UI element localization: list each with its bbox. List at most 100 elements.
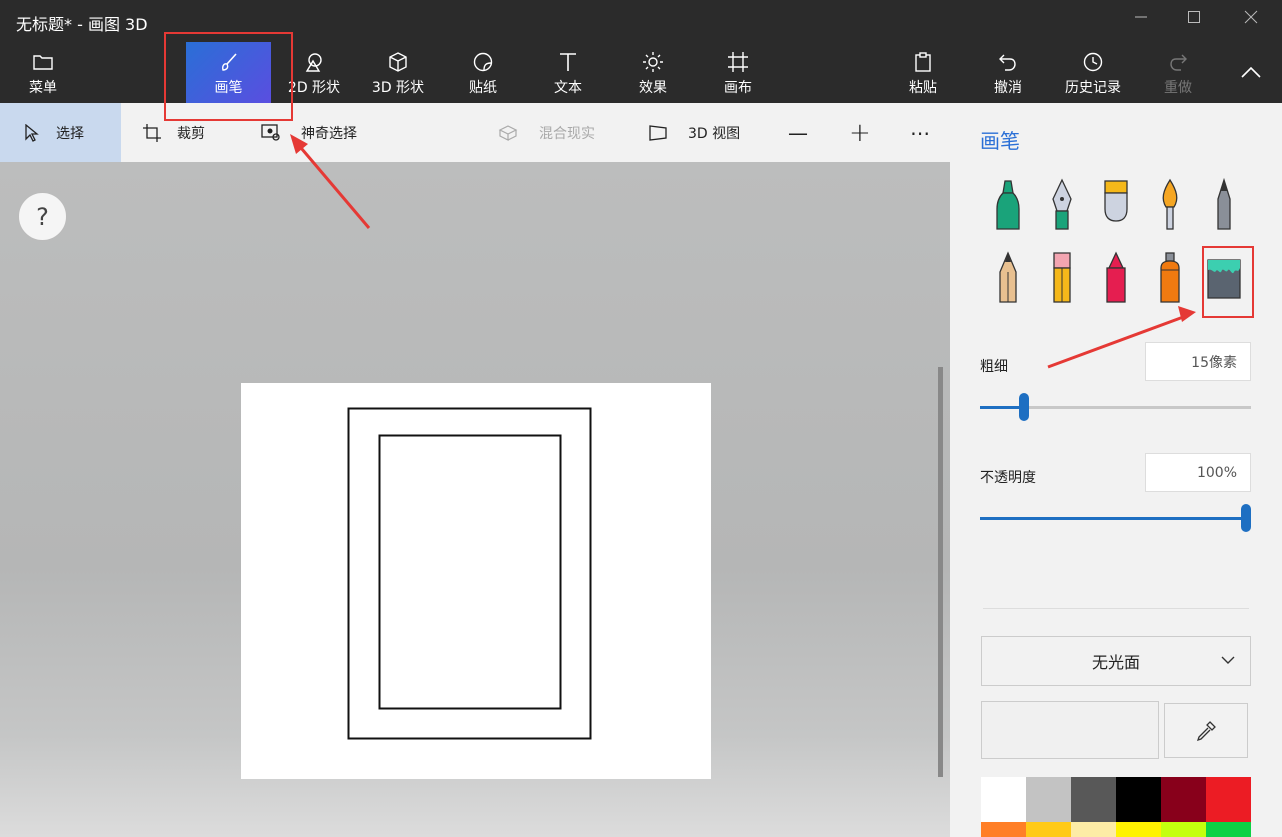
tab-stickers[interactable]: 贴纸 — [458, 42, 508, 103]
color-swatch[interactable] — [1071, 822, 1116, 837]
color-swatch[interactable] — [1161, 822, 1206, 837]
sticker-icon — [458, 50, 508, 74]
cube-icon — [365, 50, 431, 74]
canvas-area[interactable]: ? — [0, 162, 950, 837]
zoom-in-icon: + — [849, 117, 871, 148]
minimize-icon[interactable] — [1131, 10, 1151, 30]
undo-icon — [983, 50, 1033, 74]
redo-button[interactable]: 重做 — [1153, 42, 1203, 103]
spray-can-icon — [1160, 252, 1180, 303]
clipboard-icon — [898, 50, 948, 74]
close-icon[interactable] — [1241, 10, 1261, 30]
brush-calligraphy-pen[interactable] — [1042, 175, 1082, 235]
canvas-drawing — [347, 407, 592, 740]
mixed-reality-tool[interactable]: 混合现实 — [497, 103, 595, 162]
thickness-field[interactable]: 15像素 — [1145, 342, 1251, 381]
zoom-out-icon: — — [788, 120, 808, 145]
select-tool[interactable]: 选择 — [0, 103, 121, 162]
color-swatch[interactable] — [1161, 777, 1206, 822]
brush-eraser[interactable] — [1042, 248, 1082, 308]
eraser-icon — [1053, 252, 1071, 303]
collapse-ribbon-button[interactable] — [1236, 42, 1266, 103]
help-icon: ? — [36, 202, 49, 231]
color-swatch[interactable] — [981, 822, 1026, 837]
color-swatch[interactable] — [1071, 777, 1116, 822]
shapes-3d-label: 3D 形状 — [371, 80, 425, 96]
opacity-field[interactable]: 100% — [1145, 453, 1251, 492]
calligraphy-pen-icon — [1052, 178, 1072, 230]
tab-canvas[interactable]: 画布 — [713, 42, 763, 103]
thickness-slider-thumb[interactable] — [1019, 393, 1030, 421]
maximize-icon[interactable] — [1184, 10, 1204, 30]
redo-label: 重做 — [1164, 80, 1192, 96]
sun-icon — [628, 50, 678, 74]
annotation-box-brushes — [164, 32, 293, 121]
history-button[interactable]: 历史记录 — [1060, 42, 1126, 103]
thickness-value: 15像素 — [1191, 354, 1237, 371]
tab-3d-shapes[interactable]: 3D 形状 — [365, 42, 431, 103]
thickness-slider[interactable] — [980, 393, 1251, 421]
opacity-value: 100% — [1196, 464, 1237, 481]
color-swatch[interactable] — [1206, 777, 1251, 822]
color-swatch[interactable] — [1206, 822, 1251, 837]
brush-crayon[interactable] — [1096, 248, 1136, 308]
brush-pencil[interactable] — [988, 248, 1028, 308]
magic-select-label: 神奇选择 — [301, 125, 357, 142]
text-icon — [543, 50, 593, 74]
paste-button[interactable]: 粘贴 — [898, 42, 948, 103]
thickness-slider-fill — [980, 406, 1025, 409]
color-swatch[interactable] — [1026, 822, 1071, 837]
3d-view-label: 3D 视图 — [688, 125, 741, 142]
effects-label: 效果 — [639, 80, 667, 96]
undo-button[interactable]: 撤消 — [983, 42, 1033, 103]
current-color-preview[interactable] — [981, 701, 1159, 759]
panel-divider — [983, 608, 1249, 609]
canvas-label: 画布 — [724, 80, 752, 96]
zoom-out-button[interactable]: — — [788, 103, 808, 162]
brush-oil[interactable] — [1096, 175, 1136, 235]
inner-rectangle — [378, 434, 562, 710]
brush-marker[interactable] — [988, 175, 1028, 235]
brush-watercolor[interactable] — [1150, 175, 1190, 235]
color-swatch[interactable] — [1116, 777, 1161, 822]
brush-panel: 画笔 粗细 15像素 不透明度 100% 无光面 — [950, 103, 1282, 837]
menu-label: 菜单 — [29, 80, 57, 96]
opacity-slider-thumb[interactable] — [1241, 504, 1251, 532]
chevron-down-icon — [1221, 656, 1235, 664]
window-title: 无标题* - 画图 3D — [16, 15, 148, 34]
mixed-reality-icon — [497, 122, 519, 144]
opacity-slider[interactable] — [980, 504, 1251, 532]
tab-effects[interactable]: 效果 — [628, 42, 678, 103]
crayon-icon — [1106, 251, 1126, 303]
more-options-button[interactable]: ⋯ — [910, 103, 930, 162]
material-value: 无光面 — [1091, 653, 1140, 672]
select-label: 选择 — [56, 125, 84, 142]
eyedropper-button[interactable] — [1164, 703, 1248, 758]
color-swatch[interactable] — [1026, 777, 1071, 822]
drawing-canvas[interactable] — [241, 383, 711, 779]
thickness-label: 粗细 — [980, 359, 1008, 375]
outer-rectangle — [347, 407, 592, 740]
menu-button[interactable]: 菜单 — [14, 42, 72, 103]
paste-label: 粘贴 — [909, 80, 937, 96]
stickers-label: 贴纸 — [469, 80, 497, 96]
opacity-label: 不透明度 — [980, 470, 1036, 486]
magic-select-icon — [260, 122, 282, 144]
oil-brush-icon — [1104, 180, 1128, 222]
vertical-scrollbar[interactable] — [938, 367, 943, 777]
help-button[interactable]: ? — [18, 192, 67, 241]
annotation-box-fill — [1202, 246, 1254, 318]
zoom-in-button[interactable]: + — [849, 103, 871, 162]
material-dropdown[interactable]: 无光面 — [981, 636, 1251, 686]
brush-pixel-pen[interactable] — [1204, 175, 1244, 235]
3d-view-icon — [647, 122, 669, 144]
chevron-up-icon — [1236, 60, 1266, 84]
marker-icon — [996, 180, 1020, 230]
brush-spray-can[interactable] — [1150, 248, 1190, 308]
tab-text[interactable]: 文本 — [543, 42, 593, 103]
color-swatch[interactable] — [1116, 822, 1161, 837]
3d-view-tool[interactable]: 3D 视图 — [647, 103, 740, 162]
toolbar: 选择 裁剪 神奇选择 混合现实 3D 视图 — + ⋯ — [0, 103, 950, 162]
more-icon: ⋯ — [910, 120, 930, 145]
color-swatch[interactable] — [981, 777, 1026, 822]
